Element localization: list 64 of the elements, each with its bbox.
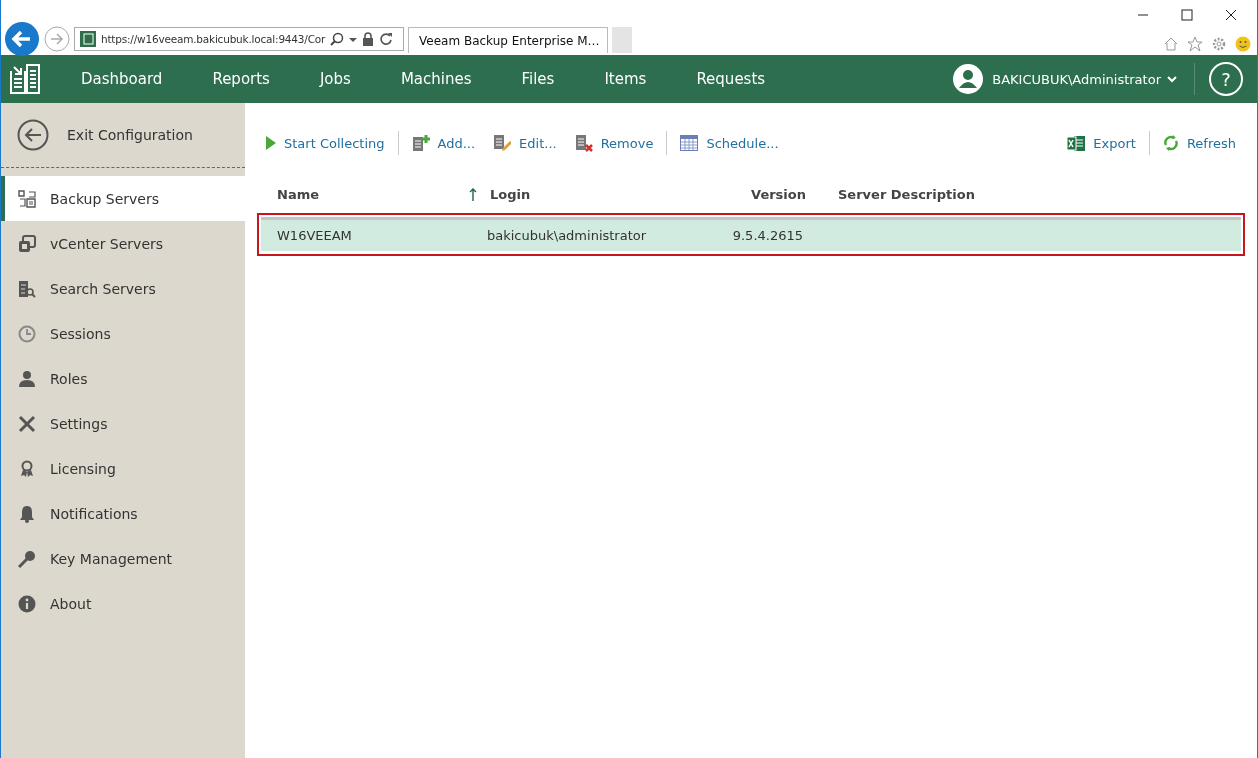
person-icon [18,369,36,388]
server-add-icon [411,134,430,152]
sidebar-item[interactable]: About [1,581,245,626]
table-cell-text: W16VEEAM [276,228,353,243]
key-icon [18,549,36,568]
toolbar-button[interactable]: Edit... [484,134,566,152]
settings-icon[interactable] [1211,36,1227,52]
nav-tab[interactable]: Items [579,70,672,88]
column-header[interactable]: Version [710,186,806,202]
play-icon [266,136,276,150]
search-icon[interactable] [330,32,345,46]
sidebar-item[interactable]: Roles [1,356,245,401]
chevron-down-icon[interactable] [1167,75,1177,83]
server-edit-icon [493,134,512,152]
address-bar[interactable]: https://w16veeam.bakicubuk.local:9443/Cor [74,27,404,51]
sidebar-item[interactable]: vCenter Servers [1,221,245,266]
toolbar-button[interactable]: Refresh [1153,135,1245,151]
clock-icon [18,324,36,343]
site-icon [80,31,96,47]
home-icon[interactable] [1163,36,1179,52]
toolbar-button[interactable]: Remove [565,134,663,152]
toolbar-button[interactable]: Export [1058,134,1145,152]
sidebar-item[interactable]: Key Management [1,536,245,581]
spreadsheet-icon [1067,134,1086,152]
reload-icon[interactable] [379,32,394,46]
sidebar-item[interactable]: Notifications [1,491,245,536]
refresh-icon [1162,135,1179,151]
calendar-icon [680,135,699,151]
nav-tab[interactable]: Jobs [294,70,376,88]
table-cell-text: 9.5.4.2615 [731,228,803,243]
search-list-icon [18,279,36,298]
star-icon[interactable] [1187,36,1203,52]
sidebar-item[interactable]: Backup Servers [1,176,245,221]
nav-tab[interactable]: Dashboard [56,70,188,88]
award-icon [18,459,36,478]
nav-tab[interactable]: Machines [375,70,497,88]
help-button[interactable]: ? [1209,62,1243,96]
sidebar-item[interactable]: Sessions [1,311,245,356]
table-row[interactable]: W16VEEAM bakicubuk\administrator 9.5.4.2615 [261,217,1241,251]
toolbar-button[interactable]: Schedule... [671,135,788,151]
bell-icon [18,504,36,523]
column-header[interactable]: Login [490,186,710,202]
nav-tab[interactable]: Reports [187,70,295,88]
nav-tab[interactable]: Requests [671,70,791,88]
stacked-windows-icon [18,234,36,253]
back-button[interactable] [4,21,40,57]
sidebar-item[interactable]: Settings [1,401,245,446]
user-menu[interactable]: BAKICUBUK\Administrator [992,71,1161,87]
close-icon[interactable] [1225,9,1237,21]
nav-tab[interactable]: Files [496,70,580,88]
maximize-icon[interactable] [1181,9,1193,21]
info-icon [18,594,36,613]
app-logo-icon [9,63,41,95]
smiley-icon[interactable] [1235,36,1251,52]
toolbar-button[interactable]: Add... [402,134,485,152]
column-header[interactable]: Name [257,186,490,202]
sidebar-item[interactable]: Search Servers [1,266,245,311]
column-header[interactable]: Server Description [806,186,975,202]
user-avatar-icon [952,63,985,95]
server-remove-icon [574,134,593,152]
table-cell-text: bakicubuk\administrator [487,228,648,243]
lock-icon [362,32,375,46]
sidebar-item[interactable]: Licensing [1,446,245,491]
toolbar-button[interactable]: Start Collecting [257,135,394,151]
